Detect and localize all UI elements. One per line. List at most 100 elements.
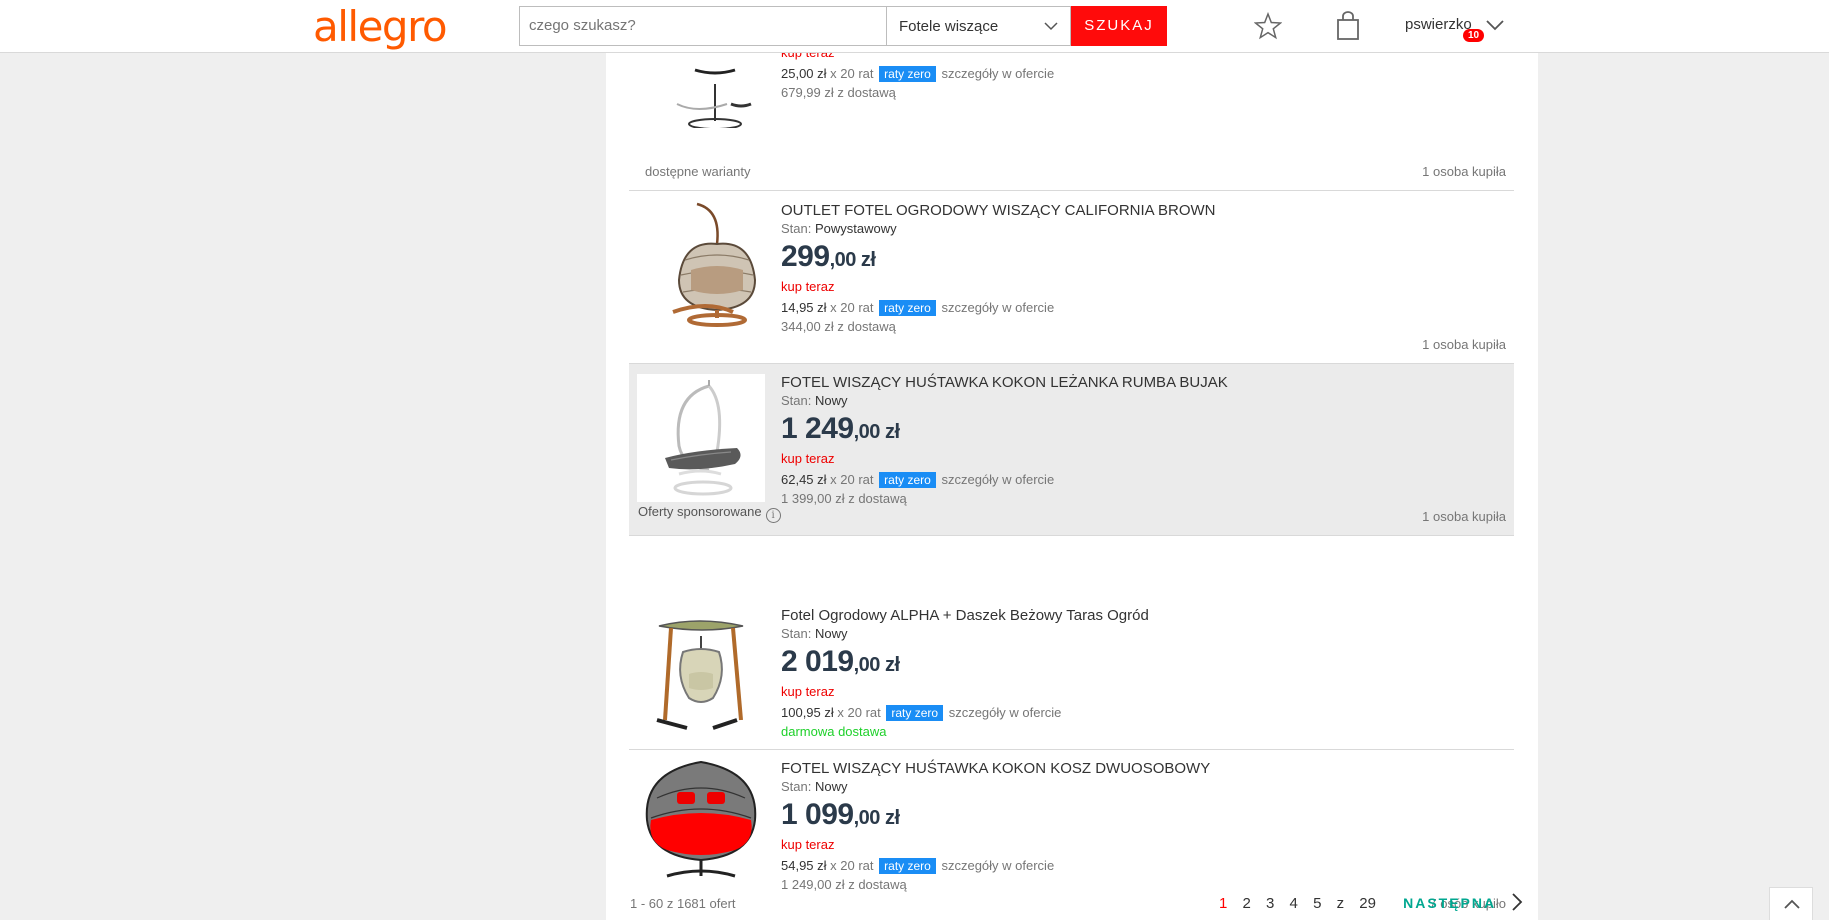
chevron-up-icon [1784,899,1800,909]
listing-item[interactable]: OUTLET FOTEL OGRODOWY WISZĄCY CALIFORNIA… [629,192,1514,364]
sponsored-listing-item[interactable]: Fotel Ogrodowy ALPHA + Daszek Beżowy Tar… [629,597,1514,750]
price: 2 019,00 zł [781,645,1149,682]
installment-amount: 100,95 zł [781,705,834,720]
cart-bag-icon[interactable] [1336,11,1360,41]
sponsored-label: Oferty sponsorowane [638,504,762,519]
installments: 25,00 zł x 20 rat raty zero szczegóły w … [781,66,1054,82]
listing-title[interactable]: OUTLET FOTEL OGRODOWY WISZĄCY CALIFORNIA… [781,202,1216,219]
installments: 62,45 zł x 20 rat raty zero szczegóły w … [781,472,1228,488]
installments: 100,95 zł x 20 rat raty zero szczegóły w… [781,705,1149,721]
condition-value: Powystawowy [814,221,897,236]
installment-details: szczegóły w ofercie [941,66,1055,81]
price-fraction: ,00 zł [829,249,876,271]
category-select-value: Fotele wiszące [899,18,999,35]
delivery-price: 679,99 zł z dostawą [781,85,896,100]
raty-zero-badge[interactable]: raty zero [879,472,936,488]
listing-title[interactable]: FOTEL WISZĄCY HUŚTAWKA KOKON LEŻANKA RUM… [781,374,1228,391]
installment-amount: 25,00 zł [781,66,827,81]
delivery-price: 1 399,00 zł z dostawą [781,491,907,506]
raty-zero-badge[interactable]: raty zero [879,66,936,82]
condition-value: Nowy [814,626,848,641]
results-range: 1 - 60 z 1681 ofert [630,896,736,911]
bought-count: 1 osoba kupiła [1422,164,1506,179]
search-button[interactable]: SZUKAJ [1071,6,1167,46]
installment-count: x 20 rat [830,300,874,315]
price: 1 249,00 zł [781,412,1228,449]
next-page-link[interactable]: NASTĘPNA [1403,895,1496,911]
notification-badge: 10 [1463,29,1485,42]
price-main: 299 [781,240,830,273]
page-of-label: z [1336,895,1345,912]
condition-value: Nowy [814,393,848,408]
condition: Stan: Powystawowy [781,221,1216,236]
price-fraction: ,00 zł [853,421,900,443]
user-menu[interactable]: pswierzko [1405,16,1472,33]
price: 299,00 zł [781,240,1216,277]
installment-amount: 54,95 zł [781,858,827,873]
raty-zero-badge[interactable]: raty zero [886,705,944,721]
installment-details: szczegóły w ofercie [941,858,1055,873]
pagination: 1 2 3 4 5 z 29 NASTĘPNA [1219,893,1523,912]
buy-now-label: kup teraz [781,684,835,699]
sponsored-header: Oferty sponsorowane i [638,504,781,523]
page-link[interactable]: 5 [1313,895,1321,912]
condition-label: Stan: [781,221,812,236]
free-delivery: darmowa dostawa [781,724,887,739]
delivery-price: 344,00 zł z dostawą [781,319,896,334]
product-thumbnail[interactable] [637,200,765,328]
buy-now-label: kup teraz [781,279,835,294]
favorites-star-icon[interactable] [1254,12,1282,40]
allegro-logo[interactable]: allegro [313,2,448,51]
buy-now-label: kup teraz [781,837,835,852]
price-main: 1 099 [781,798,854,831]
chevron-down-icon [1044,22,1058,31]
search-input[interactable]: czego szukasz? [519,6,887,46]
chevron-down-icon[interactable] [1486,17,1504,33]
installment-amount: 62,45 zł [781,472,827,487]
bought-count: 1 osoba kupiła [1422,337,1506,352]
installment-count: x 20 rat [830,66,874,81]
bought-count: 1 osoba kupiła [1422,509,1506,524]
page-link-current[interactable]: 1 [1219,895,1227,912]
installments: 14,95 zł x 20 rat raty zero szczegóły w … [781,300,1216,316]
page-link[interactable]: 3 [1266,895,1274,912]
price: 1 099,00 zł [781,798,1210,835]
installment-count: x 20 rat [830,858,874,873]
price-fraction: ,00 zł [853,654,900,676]
condition-label: Stan: [781,626,812,641]
installment-amount: 14,95 zł [781,300,827,315]
condition: Stan: Nowy [781,626,1149,641]
scroll-to-top-button[interactable] [1769,887,1813,920]
price-fraction: ,00 zł [853,807,900,829]
product-thumbnail[interactable] [637,758,765,886]
listing-title[interactable]: FOTEL WISZĄCY HUŚTAWKA KOKON KOSZ DWUOSO… [781,760,1210,777]
price-main: 1 249 [781,412,854,445]
installment-details: szczegóły w ofercie [948,705,1062,720]
product-thumbnail[interactable] [637,608,765,736]
installment-details: szczegóły w ofercie [941,472,1055,487]
category-select[interactable]: Fotele wiszące [886,6,1071,46]
product-thumbnail[interactable] [637,374,765,502]
condition-label: Stan: [781,779,812,794]
installment-count: x 20 rat [837,705,881,720]
condition-value: Nowy [814,779,848,794]
page-link[interactable]: 4 [1290,895,1298,912]
installment-count: x 20 rat [830,472,874,487]
condition: Stan: Nowy [781,779,1210,794]
condition: Stan: Nowy [781,393,1228,408]
installment-details: szczegóły w ofercie [941,300,1055,315]
page-link-last[interactable]: 29 [1359,895,1376,912]
top-bar: allegro czego szukasz? Fotele wiszące SZ… [0,0,1829,53]
info-icon[interactable]: i [765,508,781,523]
listing-title[interactable]: Fotel Ogrodowy ALPHA + Daszek Beżowy Tar… [781,607,1149,624]
installments: 54,95 zł x 20 rat raty zero szczegóły w … [781,858,1210,874]
buy-now-label: kup teraz [781,451,835,466]
raty-zero-badge[interactable]: raty zero [879,858,936,874]
chevron-right-icon[interactable] [1511,893,1523,911]
price-main: 2 019 [781,645,854,678]
variants-link[interactable]: dostępne warianty [645,164,751,179]
page-link[interactable]: 2 [1243,895,1251,912]
condition-label: Stan: [781,393,812,408]
delivery-price: 1 249,00 zł z dostawą [781,877,907,892]
raty-zero-badge[interactable]: raty zero [879,300,936,316]
